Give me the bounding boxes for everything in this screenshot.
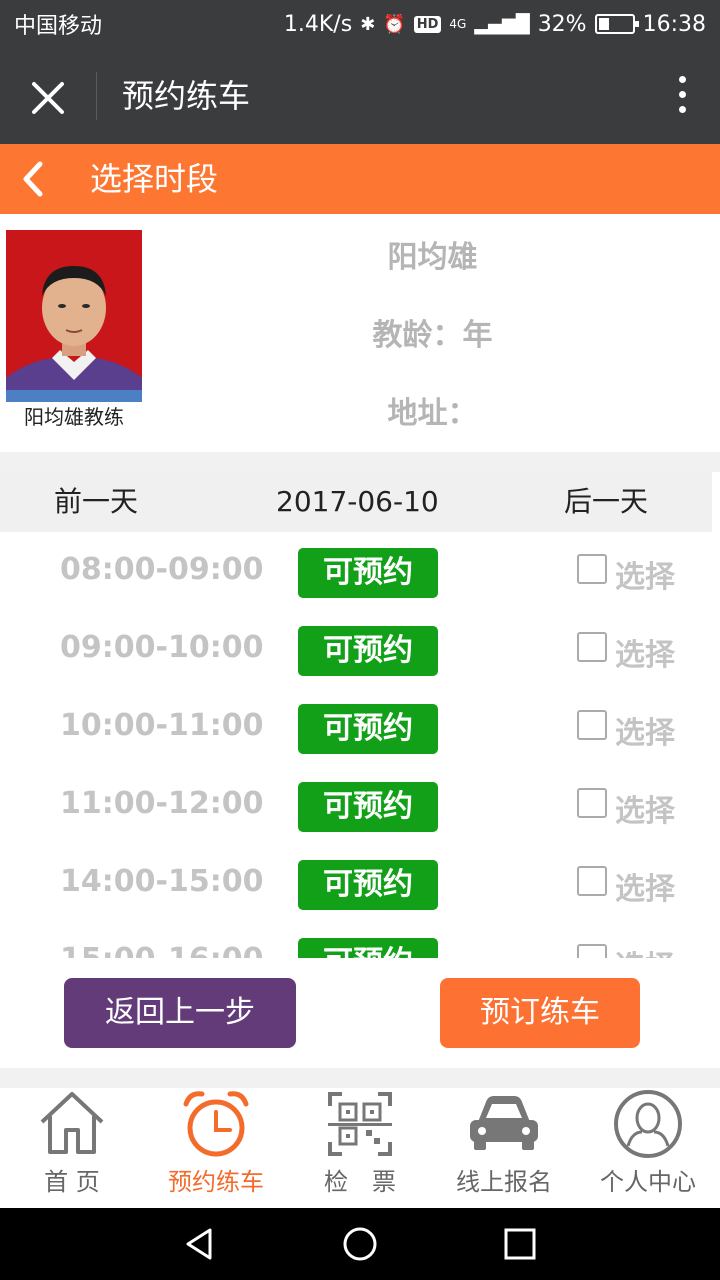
time-slot-row: 08:00-09:00 可预约 选择	[0, 532, 720, 610]
nav-back-icon[interactable]	[180, 1224, 220, 1264]
page-title: 选择时段	[90, 160, 219, 198]
available-badge[interactable]: 可预约	[298, 938, 438, 958]
carrier-name: 中国移动	[14, 14, 103, 39]
time-slot-row: 15:00-16:00 可预约 选择	[0, 922, 720, 958]
section-divider	[0, 1068, 720, 1088]
slot-select-label[interactable]: 选择	[615, 708, 675, 752]
alarm-icon: ⏰	[383, 13, 406, 35]
available-badge[interactable]: 可预约	[298, 548, 438, 598]
slot-checkbox[interactable]	[577, 554, 607, 584]
next-day-button[interactable]: 后一天	[564, 472, 648, 532]
time-slot-row: 09:00-10:00 可预约 选择	[0, 610, 720, 688]
available-badge[interactable]: 可预约	[298, 626, 438, 676]
system-navigation-bar	[0, 1208, 720, 1280]
time-slot-row: 10:00-11:00 可预约 选择	[0, 688, 720, 766]
back-arrow-icon[interactable]	[12, 156, 58, 202]
slot-checkbox[interactable]	[577, 944, 607, 958]
nav-recents-icon[interactable]	[500, 1224, 540, 1264]
status-bar: 中国移动 1.4K/s ✱ ⏰ HD 4G ▂▄▆█ 32% 16:38	[0, 0, 720, 48]
slot-time: 09:00-10:00	[60, 630, 264, 665]
tab-home[interactable]: 首 页	[0, 1088, 144, 1208]
battery-percent: 32%	[537, 11, 587, 37]
available-badge[interactable]: 可预约	[298, 782, 438, 832]
alarm-clock-icon	[183, 1091, 249, 1157]
header-divider	[96, 72, 97, 120]
hd-badge: HD	[413, 15, 442, 33]
tab-book-practice[interactable]: 预约练车	[144, 1088, 288, 1208]
nav-home-icon[interactable]	[340, 1224, 380, 1264]
slot-time: 14:00-15:00	[60, 864, 264, 899]
coach-photo	[6, 230, 142, 402]
bluetooth-icon: ✱	[360, 13, 376, 35]
date-selector: 前一天 2017-06-10 后一天	[0, 472, 712, 532]
tab-label: 预约练车	[168, 1168, 264, 1196]
coach-address: 地址：	[387, 396, 478, 431]
current-date: 2017-06-10	[276, 485, 439, 518]
car-icon	[470, 1096, 538, 1150]
slot-select-label[interactable]: 选择	[615, 942, 675, 958]
status-icons: 1.4K/s ✱ ⏰ HD 4G ▂▄▆█ 32% 16:38	[284, 12, 706, 37]
coach-experience: 教龄：年	[372, 318, 493, 353]
slot-time: 08:00-09:00	[60, 552, 264, 587]
slot-time: 10:00-11:00	[60, 708, 264, 743]
tab-label: 首 页	[44, 1168, 100, 1196]
bottom-tab-bar: 首 页 预约练车 检 票 线上报名 个人中心	[0, 1088, 720, 1208]
available-badge[interactable]: 可预约	[298, 860, 438, 910]
tab-ticket-check[interactable]: 检 票	[288, 1088, 432, 1208]
qrcode-icon	[328, 1092, 392, 1156]
slot-checkbox[interactable]	[577, 632, 607, 662]
previous-step-button[interactable]: 返回上一步	[64, 978, 296, 1048]
coach-name: 阳均雄	[387, 240, 478, 275]
slot-time: 15:00-16:00	[60, 942, 263, 958]
section-divider	[0, 452, 720, 472]
slot-select-label[interactable]: 选择	[615, 552, 675, 596]
slot-checkbox[interactable]	[577, 866, 607, 896]
slot-time: 11:00-12:00	[60, 786, 264, 821]
page-title-bar: 选择时段	[0, 144, 720, 214]
clock: 16:38	[642, 11, 706, 37]
more-menu-icon[interactable]	[672, 76, 692, 120]
tab-label: 个人中心	[600, 1168, 696, 1196]
tab-personal-center[interactable]: 个人中心	[576, 1088, 720, 1208]
coach-info: 阳均雄教练 阳均雄 教龄：年 地址：	[0, 214, 720, 452]
slot-select-label[interactable]: 选择	[615, 786, 675, 830]
close-icon[interactable]	[24, 74, 72, 122]
slot-checkbox[interactable]	[577, 788, 607, 818]
time-slot-row: 11:00-12:00 可预约 选择	[0, 766, 720, 844]
tab-label: 线上报名	[456, 1168, 552, 1196]
coach-photo-caption: 阳均雄教练	[6, 402, 142, 432]
network-type: 4G	[449, 17, 467, 31]
tab-online-signup[interactable]: 线上报名	[432, 1088, 576, 1208]
battery-icon	[594, 14, 639, 34]
wechat-title: 预约练车	[122, 77, 251, 115]
time-slot-list[interactable]: 08:00-09:00 可预约 选择 09:00-10:00 可预约 选择 10…	[0, 532, 720, 958]
time-slot-row: 14:00-15:00 可预约 选择	[0, 844, 720, 922]
user-icon	[614, 1090, 682, 1158]
slot-select-label[interactable]: 选择	[615, 630, 675, 674]
home-icon	[40, 1092, 104, 1154]
previous-day-button[interactable]: 前一天	[54, 472, 138, 532]
signal-icon: ▂▄▆█	[474, 13, 530, 35]
network-speed: 1.4K/s	[283, 11, 353, 37]
wechat-header: 预约练车	[0, 48, 720, 144]
available-badge[interactable]: 可预约	[298, 704, 438, 754]
book-practice-button[interactable]: 预订练车	[440, 978, 640, 1048]
action-bar: 返回上一步 预订练车	[0, 958, 720, 1068]
slot-select-label[interactable]: 选择	[615, 864, 675, 908]
tab-label: 检 票	[324, 1168, 396, 1196]
slot-checkbox[interactable]	[577, 710, 607, 740]
